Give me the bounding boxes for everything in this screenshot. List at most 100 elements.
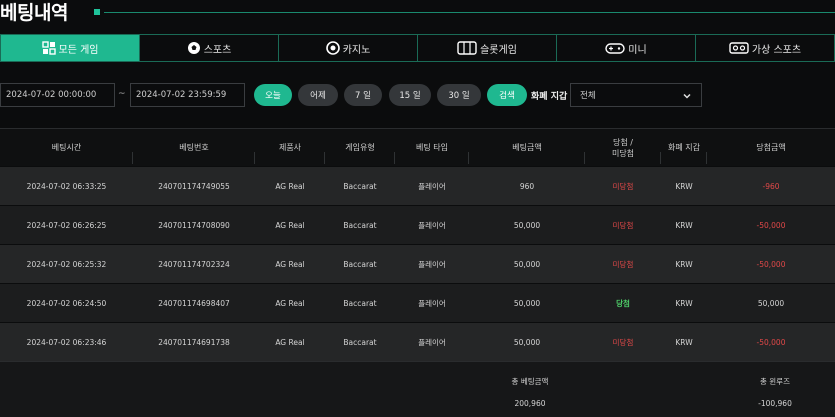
cell-win-amount: -50,000 xyxy=(756,337,786,347)
title-row: 베팅내역 xyxy=(0,0,835,30)
header-currency: 화폐 지갑 xyxy=(661,129,707,166)
header-result: 당첨 / 미당첨 xyxy=(585,129,661,166)
header-game-type: 게임유형 xyxy=(325,129,395,166)
table-row: 2024-07-02 06:33:25 240701174749055 AG Rea… xyxy=(0,166,835,205)
total-bet-label: 총 베팅금액 xyxy=(511,377,549,386)
header-label: 베팅번호 xyxy=(179,143,209,152)
filter-bar: ~ 오늘 어제 7 일 15 일 30 일 검색 화폐 지갑 전체 xyxy=(0,83,835,107)
cell-bet-type: 플레이어 xyxy=(418,337,446,347)
tab-virtual-sports[interactable]: 가상 스포츠 xyxy=(695,35,834,61)
header-label: 게임유형 xyxy=(345,143,375,152)
cell-win-amount: -50,000 xyxy=(756,220,786,230)
cell-currency: KRW xyxy=(675,220,693,230)
total-win-value: -100,960 xyxy=(758,399,792,408)
cell-game-type: Baccarat xyxy=(343,181,377,191)
cell-bet-type: 플레이어 xyxy=(418,259,446,269)
cell-bet-amount: 960 xyxy=(519,181,535,191)
tab-label: 모든 게임 xyxy=(58,44,99,56)
cell-provider: AG Real xyxy=(275,298,305,308)
currency-select[interactable]: 전체 xyxy=(570,83,702,107)
cell-win-amount: -960 xyxy=(762,181,780,191)
game-tabs: 모든 게임 스포츠 카지노 슬롯게임 미니 가상 스포츠 xyxy=(0,34,835,62)
cell-provider: AG Real xyxy=(275,337,305,347)
cell-bet-number: 240701174708090 xyxy=(158,220,230,230)
tab-label: 카지노 xyxy=(342,44,371,56)
header-bet-time: 베팅시간 xyxy=(0,129,133,166)
header-bet-type: 베팅 타입 xyxy=(395,129,469,166)
cell-bet-number: 240701174749055 xyxy=(158,181,230,191)
search-button[interactable]: 검색 xyxy=(487,84,527,106)
cell-bet-number: 240701174691738 xyxy=(158,337,230,347)
header-label: 베팅시간 xyxy=(51,143,82,152)
page-title: 베팅내역 xyxy=(0,2,68,24)
cell-bet-type: 플레이어 xyxy=(418,181,446,191)
cell-win-amount: -50,000 xyxy=(756,259,786,269)
cell-provider: AG Real xyxy=(275,181,305,191)
cell-currency: KRW xyxy=(675,298,693,308)
table-header: 베팅시간 베팅번호 제품사 게임유형 베팅 타입 베팅금액 당첨 / 미당첨 화폐 지갑 당첨금… xyxy=(0,128,835,166)
tab-slot[interactable]: 슬롯게임 xyxy=(417,35,556,61)
cell-game-type: Baccarat xyxy=(343,337,377,347)
slot-machine-icon xyxy=(457,41,477,55)
header-label: 화폐 지갑 xyxy=(668,143,700,152)
tab-sports[interactable]: 스포츠 xyxy=(139,35,278,61)
cell-game-type: Baccarat xyxy=(343,298,377,308)
header-label: 베팅 타입 xyxy=(416,143,448,152)
table-row: 2024-07-02 06:23:46 240701174691738 AG Rea… xyxy=(0,322,835,361)
cell-game-type: Baccarat xyxy=(343,220,377,230)
tab-label: 미니 xyxy=(628,44,647,56)
header-provider: 제품사 xyxy=(255,129,325,166)
end-date-input[interactable] xyxy=(130,83,245,107)
cell-result: 미당첨 xyxy=(612,337,634,347)
cell-bet-amount: 50,000 xyxy=(513,220,541,230)
header-label: 당첨 / 미당첨 xyxy=(611,137,635,158)
cell-currency: KRW xyxy=(675,181,693,191)
cell-bet-amount: 50,000 xyxy=(513,259,541,269)
cell-win-amount: 50,000 xyxy=(757,298,785,308)
header-label: 당첨금액 xyxy=(756,143,786,152)
total-win-label: 총 윈루즈 xyxy=(760,377,790,386)
table-row: 2024-07-02 06:26:25 240701174708090 AG Rea… xyxy=(0,205,835,244)
soccer-ball-icon xyxy=(187,42,200,54)
yesterday-button[interactable]: 어제 xyxy=(298,84,338,106)
vr-headset-icon xyxy=(729,42,749,54)
grid-icon xyxy=(41,41,56,55)
header-bet-number: 베팅번호 xyxy=(133,129,255,166)
cell-bet-time: 2024-07-02 06:33:25 xyxy=(26,181,107,191)
cell-currency: KRW xyxy=(675,259,693,269)
gamepad-icon xyxy=(605,43,625,54)
30-days-button[interactable]: 30 일 xyxy=(437,84,481,106)
header-bet-amount: 베팅금액 xyxy=(469,129,585,166)
currency-label: 화폐 지갑 xyxy=(531,92,568,102)
cell-bet-amount: 50,000 xyxy=(513,298,541,308)
tab-casino[interactable]: 카지노 xyxy=(278,35,417,61)
chevron-down-icon xyxy=(683,93,691,99)
cell-bet-number: 240701174698407 xyxy=(158,298,230,308)
start-date-input[interactable] xyxy=(0,83,115,107)
cell-game-type: Baccarat xyxy=(343,259,377,269)
cell-bet-type: 플레이어 xyxy=(418,220,446,230)
table-row: 2024-07-02 06:24:50 240701174698407 AG Rea… xyxy=(0,283,835,322)
currency-select-value: 전체 xyxy=(580,91,596,101)
cell-bet-number: 240701174702324 xyxy=(158,259,230,269)
cell-bet-time: 2024-07-02 06:24:50 xyxy=(26,298,107,308)
date-separator: ~ xyxy=(118,89,126,99)
tab-all-games[interactable]: 모든 게임 xyxy=(1,35,139,61)
cell-bet-time: 2024-07-02 06:25:32 xyxy=(26,259,107,269)
cell-bet-time: 2024-07-02 06:23:46 xyxy=(26,337,107,347)
header-win-amount: 당첨금액 xyxy=(707,129,835,166)
15-days-button[interactable]: 15 일 xyxy=(389,84,431,106)
today-button[interactable]: 오늘 xyxy=(254,84,292,106)
total-bet-value: 200,960 xyxy=(514,399,546,408)
title-divider xyxy=(104,12,835,13)
header-label: 베팅금액 xyxy=(512,143,542,152)
cell-bet-amount: 50,000 xyxy=(513,337,541,347)
header-label: 제품사 xyxy=(278,143,302,152)
tab-label: 가상 스포츠 xyxy=(751,44,802,56)
tab-mini[interactable]: 미니 xyxy=(556,35,695,61)
cell-provider: AG Real xyxy=(275,259,305,269)
7-days-button[interactable]: 7 일 xyxy=(344,84,382,106)
tab-label: 스포츠 xyxy=(203,44,232,56)
title-accent-dot xyxy=(94,9,100,15)
cell-result: 미당첨 xyxy=(612,259,634,269)
